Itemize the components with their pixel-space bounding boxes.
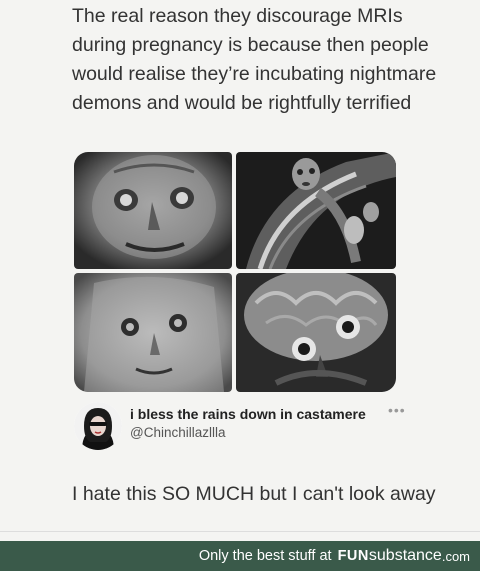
reply-text: I hate this SO MUCH but I can't look awa… [72,483,436,505]
more-options-icon[interactable]: ••• [388,402,406,418]
mri-image-1[interactable] [74,152,232,269]
mri-image-grid[interactable] [74,152,396,392]
footer-tagline: Only the best stuff at [198,548,332,564]
avatar[interactable] [74,402,122,450]
reply-display-name[interactable]: i bless the rains down in castamere [130,406,366,422]
reply-handle[interactable]: @Chinchillazllla [130,425,226,440]
footer-brand-bold[interactable]: FUN [338,548,369,564]
footer-brand-light[interactable]: substance [369,547,442,565]
footer-brand-tld[interactable]: .com [442,549,470,564]
mri-image-4[interactable] [236,273,396,392]
mri-image-2[interactable] [236,152,396,269]
post-text: The real reason they discourage MRIs dur… [72,5,437,114]
divider [0,531,480,532]
mri-image-3[interactable] [74,273,232,392]
footer-banner[interactable]: Only the best stuff at FUN substance .co… [0,541,480,571]
